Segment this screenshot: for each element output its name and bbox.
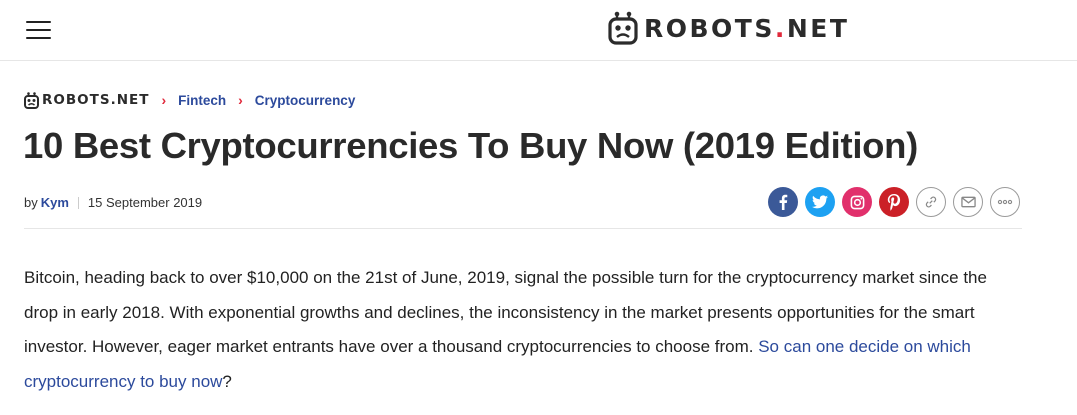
robot-icon	[24, 91, 39, 109]
hamburger-line	[26, 29, 51, 31]
chevron-right-icon: ›	[238, 92, 243, 108]
site-logo-text: ROBOTS.NET	[644, 14, 849, 43]
breadcrumb-home[interactable]: ROBOTS.NET	[24, 91, 150, 109]
logo-tld: NET	[786, 13, 850, 43]
top-navigation-bar: ROBOTS.NET	[0, 0, 1077, 61]
logo-dot: .	[774, 13, 787, 43]
more-icon	[997, 199, 1013, 205]
logo-word: ROBOTS	[644, 13, 775, 43]
author-link[interactable]: Kym	[41, 195, 69, 210]
breadcrumb-fintech[interactable]: Fintech	[178, 93, 226, 108]
facebook-icon	[779, 194, 788, 210]
email-icon	[960, 196, 976, 208]
by-label: by	[24, 195, 38, 210]
pinterest-icon	[887, 193, 901, 211]
breadcrumb-cryptocurrency[interactable]: Cryptocurrency	[255, 93, 356, 108]
email-share-button[interactable]	[953, 187, 983, 217]
breadcrumb: ROBOTS.NET › Fintech › Cryptocurrency	[24, 90, 355, 110]
article-meta: by Kym 15 September 2019	[24, 195, 202, 210]
article-intro: Bitcoin, heading back to over $10,000 on…	[24, 261, 1024, 399]
site-logo[interactable]: ROBOTS.NET	[608, 10, 849, 46]
twitter-share-button[interactable]	[805, 187, 835, 217]
hamburger-menu-icon[interactable]	[26, 19, 51, 39]
meta-divider-line	[24, 228, 1022, 229]
more-share-button[interactable]	[990, 187, 1020, 217]
copy-link-button[interactable]	[916, 187, 946, 217]
share-bar	[768, 187, 1020, 217]
chevron-right-icon: ›	[161, 92, 167, 108]
instagram-icon	[850, 195, 864, 209]
article-intro-trailing: ?	[222, 371, 232, 391]
hamburger-line	[26, 21, 51, 23]
meta-divider	[77, 196, 79, 209]
hamburger-line	[26, 37, 51, 39]
article-title: 10 Best Cryptocurrencies To Buy Now (201…	[23, 125, 919, 166]
link-icon	[925, 196, 937, 208]
twitter-icon	[812, 195, 828, 209]
robot-icon	[608, 11, 638, 45]
facebook-share-button[interactable]	[768, 187, 798, 217]
breadcrumb-home-label: ROBOTS.NET	[42, 92, 150, 108]
publish-date: 15 September 2019	[87, 195, 203, 210]
instagram-share-button[interactable]	[842, 187, 872, 217]
pinterest-share-button[interactable]	[879, 187, 909, 217]
